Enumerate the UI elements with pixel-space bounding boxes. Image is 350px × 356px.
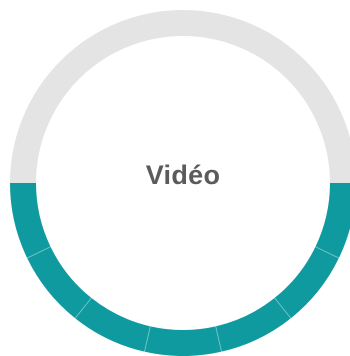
donut-filled-segment: [144, 326, 222, 356]
donut-filled-segment: [315, 183, 350, 259]
donut-filled-segment: [75, 297, 151, 352]
progress-donut-chart: Vidéo: [0, 0, 350, 356]
donut-filled-segment: [10, 183, 51, 259]
center-label: Vidéo: [145, 160, 221, 190]
donut-filled-segment: [274, 246, 339, 319]
donut-filled-segment: [215, 297, 291, 352]
donut-filled-segment: [27, 246, 92, 319]
